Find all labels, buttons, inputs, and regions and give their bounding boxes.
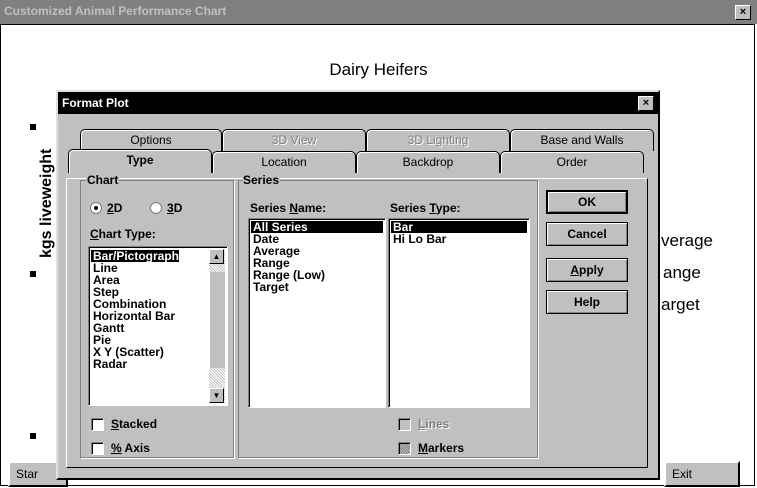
chart-type-list[interactable]: Bar/Pictograph Line Area Step Combinatio… (88, 246, 228, 406)
list-item[interactable]: Hi Lo Bar (391, 233, 527, 245)
window-title-bar: Customized Animal Performance Chart × (0, 0, 757, 24)
bullet-marker (30, 433, 36, 439)
tab-location[interactable]: Location (212, 151, 356, 173)
ok-button[interactable]: OK (546, 190, 628, 214)
tab-options[interactable]: Options (80, 129, 222, 151)
cancel-button[interactable]: Cancel (546, 222, 628, 246)
percent-axis-checkbox[interactable] (91, 442, 104, 455)
legend-range: ange (663, 263, 701, 282)
stacked-label: Stacked (111, 417, 158, 431)
radio-3d[interactable] (150, 202, 162, 214)
chart-group-legend: Chart (86, 173, 120, 187)
scroll-up-icon[interactable]: ▲ (209, 249, 224, 264)
lines-label: Lines (418, 417, 450, 431)
scroll-down-icon[interactable]: ▼ (209, 388, 224, 403)
tab-backdrop[interactable]: Backdrop (356, 151, 500, 173)
tab-base-and-walls[interactable]: Base and Walls (510, 129, 654, 151)
tab-type[interactable]: Type (68, 149, 212, 173)
list-item[interactable]: Radar (91, 358, 179, 370)
format-plot-dialog: Format Plot × Options 3D View 3D Lightin… (56, 90, 660, 480)
window-title: Customized Animal Performance Chart (4, 4, 227, 18)
tab-order[interactable]: Order (500, 151, 644, 173)
lines-checkbox[interactable] (398, 418, 411, 431)
tab-3d-view[interactable]: 3D View (222, 129, 366, 151)
legend-average: verage (661, 231, 713, 250)
exit-button[interactable]: Exit (664, 461, 740, 487)
series-name-list[interactable]: All Series Date Average Range Range (Low… (248, 218, 386, 408)
dialog-title-bar: Format Plot × (58, 92, 658, 114)
help-button[interactable]: Help (546, 290, 628, 314)
bullet-marker (30, 271, 36, 277)
bullet-marker (30, 124, 36, 130)
chart-type-label: Chart Type: (90, 227, 156, 241)
series-type-list[interactable]: Bar Hi Lo Bar (388, 218, 530, 408)
markers-label: Markers (418, 441, 465, 455)
window-close-button[interactable]: × (735, 5, 751, 20)
tab-3d-lighting[interactable]: 3D Lighting (366, 129, 510, 151)
markers-checkbox[interactable] (398, 442, 411, 455)
chart-y-axis-label: kgs liveweight (38, 148, 55, 258)
percent-axis-label: % Axis (111, 441, 150, 455)
dialog-close-button[interactable]: × (638, 96, 654, 111)
dialog-title: Format Plot (62, 96, 129, 110)
stacked-checkbox[interactable] (91, 418, 104, 431)
radio-3d-label: 3D (167, 201, 183, 215)
radio-2d[interactable] (90, 202, 102, 214)
series-type-label: Series Type: (390, 201, 461, 215)
series-name-label: Series Name: (250, 201, 327, 215)
scrollbar-thumb[interactable] (209, 272, 225, 368)
list-item[interactable]: Target (251, 281, 383, 293)
radio-2d-label: 2D (107, 201, 123, 215)
legend-target: arget (661, 295, 700, 314)
series-group-legend: Series (242, 173, 281, 187)
apply-button[interactable]: Apply (546, 258, 628, 282)
chart-title: Dairy Heifers (329, 60, 428, 79)
